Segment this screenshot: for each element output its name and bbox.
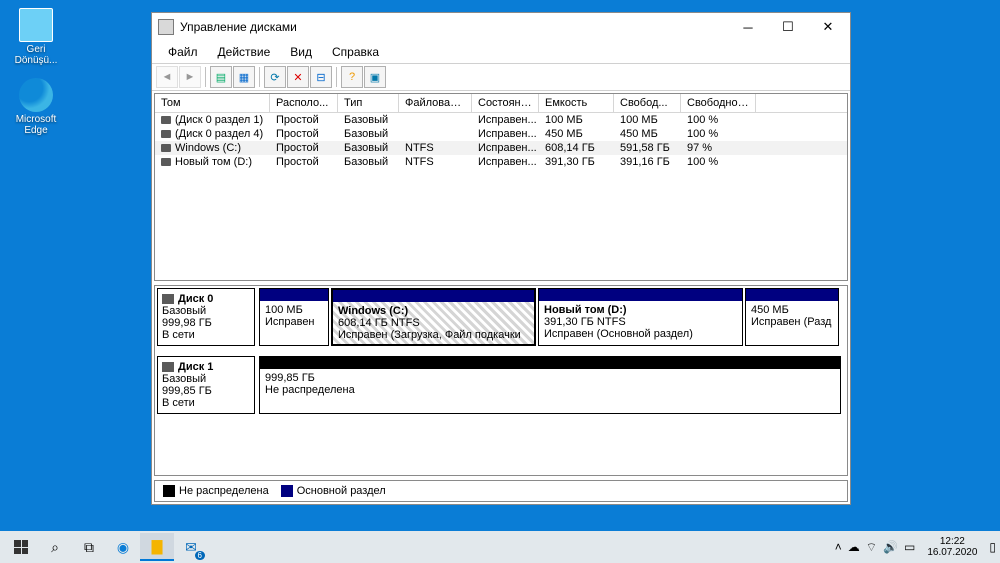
desktop-icon-recycle-bin[interactable]: Geri Dönüşü...	[5, 8, 67, 66]
refresh-button[interactable]: ⟳	[264, 66, 286, 88]
col-freepct[interactable]: Свободно %	[681, 94, 756, 112]
volume-row[interactable]: (Диск 0 раздел 1)ПростойБазовыйИсправен.…	[155, 113, 847, 127]
minimize-button[interactable]: ─	[728, 15, 768, 39]
view-detail-button[interactable]: ▦	[233, 66, 255, 88]
toolbar-separator	[205, 67, 206, 87]
volume-list[interactable]: Том Располо... Тип Файловая с... Состоян…	[154, 93, 848, 281]
task-view-button[interactable]: ⧉	[72, 533, 106, 561]
desktop-icon-edge[interactable]: Microsoft Edge	[5, 78, 67, 136]
help-button[interactable]: ?	[341, 66, 363, 88]
toolbar-separator	[259, 67, 260, 87]
menu-action[interactable]: Действие	[208, 43, 281, 61]
partition[interactable]: 999,85 ГБНе распределена	[259, 356, 841, 414]
partition[interactable]: 450 МБИсправен (Разд	[745, 288, 839, 346]
system-tray[interactable]: ˄ ☁ ⌔ 🔊 ▭ 12:22 16.07.2020 ▯	[835, 536, 996, 558]
search-icon: ⌕	[51, 539, 59, 556]
start-button[interactable]	[4, 533, 38, 561]
disk-icon	[162, 294, 174, 304]
col-filesys[interactable]: Файловая с...	[399, 94, 472, 112]
tray-cloud-icon[interactable]: ☁	[848, 540, 860, 554]
recycle-bin-icon	[19, 8, 53, 42]
taskbar[interactable]: ⌕ ⧉ ◉ ▇ ✉6 ˄ ☁ ⌔ 🔊 ▭ 12:22 16.07.2020 ▯	[0, 531, 1000, 563]
partition[interactable]: Windows (C:)608,14 ГБ NTFSИсправен (Загр…	[331, 288, 536, 346]
edge-icon: ◉	[117, 539, 129, 556]
partition-cap	[260, 357, 840, 369]
toolbar-separator	[336, 67, 337, 87]
legend: Не распределена Основной раздел	[154, 480, 848, 502]
partition[interactable]: 100 МБИсправен	[259, 288, 329, 346]
volume-icon	[161, 158, 171, 166]
volume-icon	[161, 144, 171, 152]
disk-graphical-view[interactable]: Диск 0Базовый999,98 ГБВ сети100 МБИсправ…	[154, 285, 848, 476]
col-status[interactable]: Состояние	[472, 94, 539, 112]
toolbar: ◄ ► ▤ ▦ ⟳ ✕ ⊟ ? ▣	[152, 64, 850, 91]
view-list-button[interactable]: ▤	[210, 66, 232, 88]
desktop-icon-label: Geri Dönüşü...	[5, 44, 67, 66]
folder-icon: ▇	[152, 538, 163, 555]
app-icon	[158, 19, 174, 35]
legend-swatch-unalloc-icon	[163, 485, 175, 497]
back-button: ◄	[156, 66, 178, 88]
partition[interactable]: Новый том (D:)391,30 ГБ NTFSИсправен (Ос…	[538, 288, 743, 346]
clock-time: 12:22	[927, 536, 977, 547]
forward-button: ►	[179, 66, 201, 88]
titlebar[interactable]: Управление дисками ─ ☐ ✕	[152, 13, 850, 41]
partition-cap	[746, 289, 838, 301]
col-type[interactable]: Тип	[338, 94, 399, 112]
col-layout[interactable]: Располо...	[270, 94, 338, 112]
volume-icon	[161, 116, 171, 124]
mail-badge: 6	[195, 551, 205, 560]
col-volume[interactable]: Том	[155, 94, 270, 112]
tray-volume-icon[interactable]: 🔊	[883, 540, 898, 554]
partition-cap	[260, 289, 328, 301]
disk-row: Диск 0Базовый999,98 ГБВ сети100 МБИсправ…	[157, 288, 845, 346]
tray-language-icon[interactable]: ▭	[904, 540, 915, 554]
taskbar-mail[interactable]: ✉6	[174, 533, 208, 561]
disk-partitions: 999,85 ГБНе распределена	[259, 356, 845, 414]
menu-view[interactable]: Вид	[280, 43, 322, 61]
clock-date: 16.07.2020	[927, 547, 977, 558]
delete-button[interactable]: ✕	[287, 66, 309, 88]
close-button[interactable]: ✕	[808, 15, 848, 39]
tray-chevron-up-icon[interactable]: ˄	[835, 540, 842, 554]
windows-logo-icon	[14, 540, 28, 554]
maximize-button[interactable]: ☐	[768, 15, 808, 39]
menubar: Файл Действие Вид Справка	[152, 41, 850, 64]
col-capacity[interactable]: Емкость	[539, 94, 614, 112]
menu-file[interactable]: Файл	[158, 43, 208, 61]
desktop-icon-label: Microsoft Edge	[5, 114, 67, 136]
properties-button[interactable]: ⊟	[310, 66, 332, 88]
legend-unallocated: Не распределена	[163, 485, 269, 497]
disk-info[interactable]: Диск 1Базовый999,85 ГБВ сети	[157, 356, 255, 414]
window-title: Управление дисками	[180, 20, 728, 34]
taskbar-clock[interactable]: 12:22 16.07.2020	[921, 536, 983, 558]
volume-list-header[interactable]: Том Располо... Тип Файловая с... Состоян…	[155, 94, 847, 113]
taskbar-edge[interactable]: ◉	[106, 533, 140, 561]
disk-row: Диск 1Базовый999,85 ГБВ сети999,85 ГБНе …	[157, 356, 845, 414]
disk-partitions: 100 МБИсправенWindows (C:)608,14 ГБ NTFS…	[259, 288, 845, 346]
tray-wifi-icon[interactable]: ⌔	[866, 540, 877, 555]
extra-button[interactable]: ▣	[364, 66, 386, 88]
tray-notifications-icon[interactable]: ▯	[989, 540, 996, 554]
legend-swatch-primary-icon	[281, 485, 293, 497]
partition-cap	[333, 290, 534, 302]
disk-info[interactable]: Диск 0Базовый999,98 ГБВ сети	[157, 288, 255, 346]
taskbar-explorer[interactable]: ▇	[140, 533, 174, 561]
volume-row[interactable]: Windows (C:)ПростойБазовыйNTFSИсправен..…	[155, 141, 847, 155]
col-free[interactable]: Свобод...	[614, 94, 681, 112]
disk-icon	[162, 362, 174, 372]
task-view-icon: ⧉	[84, 539, 94, 556]
volume-row[interactable]: Новый том (D:)ПростойБазовыйNTFSИсправен…	[155, 155, 847, 169]
volume-row[interactable]: (Диск 0 раздел 4)ПростойБазовыйИсправен.…	[155, 127, 847, 141]
partition-cap	[539, 289, 742, 301]
edge-icon	[19, 78, 53, 112]
volume-icon	[161, 130, 171, 138]
disk-management-window: Управление дисками ─ ☐ ✕ Файл Действие В…	[151, 12, 851, 505]
search-button[interactable]: ⌕	[38, 533, 72, 561]
menu-help[interactable]: Справка	[322, 43, 389, 61]
legend-primary: Основной раздел	[281, 485, 386, 497]
